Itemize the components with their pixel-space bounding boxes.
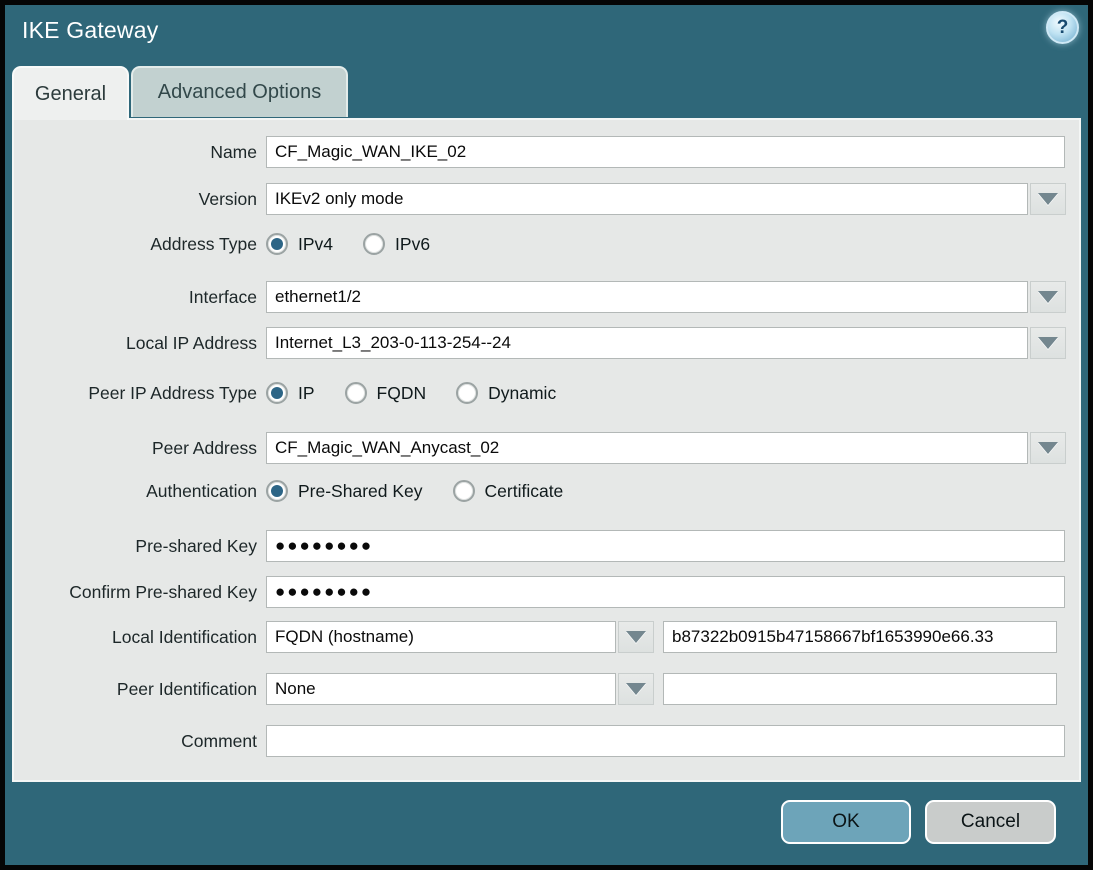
interface-label: Interface	[14, 287, 266, 308]
confirm-pre-shared-key-label: Confirm Pre-shared Key	[14, 582, 266, 603]
radio-unchecked-icon[interactable]	[363, 233, 385, 255]
address-type-label: Address Type	[14, 234, 266, 255]
version-select[interactable]	[266, 183, 1028, 215]
cancel-button[interactable]: Cancel	[925, 800, 1056, 844]
radio-option-certificate-label: Certificate	[485, 481, 564, 502]
tab-advanced-options[interactable]: Advanced Options	[131, 66, 348, 117]
chevron-down-icon	[626, 683, 646, 695]
address-type-row: Address Type IPv4 IPv6	[14, 230, 1079, 258]
peer-identification-row: Peer Identification	[14, 673, 1079, 705]
confirm-pre-shared-key-row: Confirm Pre-shared Key	[14, 576, 1079, 608]
local-ip-address-dropdown-button[interactable]	[1030, 327, 1066, 359]
general-tab-panel: Name Version Address Type IPv4 IPv6	[12, 118, 1081, 782]
cancel-button-label: Cancel	[961, 811, 1020, 833]
radio-option-dynamic-label: Dynamic	[488, 383, 556, 404]
radio-option-dynamic[interactable]: Dynamic	[456, 382, 556, 404]
local-ip-address-label: Local IP Address	[14, 333, 266, 354]
chevron-down-icon	[1038, 442, 1058, 454]
radio-unchecked-icon[interactable]	[453, 480, 475, 502]
interface-dropdown-button[interactable]	[1030, 281, 1066, 313]
ok-button-label: OK	[832, 811, 859, 833]
ike-gateway-dialog: IKE Gateway ? General Advanced Options N…	[0, 0, 1093, 870]
tab-advanced-options-label: Advanced Options	[158, 81, 321, 104]
authentication-radio-group: Pre-Shared Key Certificate	[266, 480, 593, 502]
peer-ip-address-type-radio-group: IP FQDN Dynamic	[266, 382, 586, 404]
version-dropdown-button[interactable]	[1030, 183, 1066, 215]
radio-checked-icon[interactable]	[266, 233, 288, 255]
ok-button[interactable]: OK	[781, 800, 911, 844]
radio-option-ipv4-label: IPv4	[298, 234, 333, 255]
radio-checked-icon[interactable]	[266, 382, 288, 404]
radio-option-fqdn[interactable]: FQDN	[345, 382, 427, 404]
peer-identification-label: Peer Identification	[14, 679, 266, 700]
chevron-down-icon	[1038, 291, 1058, 303]
peer-address-label: Peer Address	[14, 438, 266, 459]
confirm-pre-shared-key-input[interactable]	[266, 576, 1065, 608]
radio-option-certificate[interactable]: Certificate	[453, 480, 564, 502]
local-ip-address-row: Local IP Address	[14, 327, 1079, 359]
peer-identification-dropdown-button[interactable]	[618, 673, 654, 705]
radio-option-ip[interactable]: IP	[266, 382, 315, 404]
local-ip-address-select[interactable]	[266, 327, 1028, 359]
address-type-radio-group: IPv4 IPv6	[266, 233, 460, 255]
radio-option-ip-label: IP	[298, 383, 315, 404]
dialog-title: IKE Gateway	[22, 17, 158, 44]
pre-shared-key-input[interactable]	[266, 530, 1065, 562]
version-label: Version	[14, 189, 266, 210]
tab-general-label: General	[35, 83, 106, 106]
comment-label: Comment	[14, 731, 266, 752]
pre-shared-key-row: Pre-shared Key	[14, 530, 1079, 562]
peer-address-row: Peer Address	[14, 432, 1079, 464]
help-icon[interactable]: ?	[1046, 11, 1079, 44]
local-identification-value-input[interactable]	[663, 621, 1057, 653]
peer-ip-address-type-row: Peer IP Address Type IP FQDN Dynamic	[14, 379, 1079, 407]
chevron-down-icon	[1038, 337, 1058, 349]
name-row: Name	[14, 136, 1079, 168]
chevron-down-icon	[1038, 193, 1058, 205]
local-identification-dropdown-button[interactable]	[618, 621, 654, 653]
local-identification-label: Local Identification	[14, 627, 266, 648]
peer-identification-type-select[interactable]	[266, 673, 616, 705]
radio-option-fqdn-label: FQDN	[377, 383, 427, 404]
authentication-row: Authentication Pre-Shared Key Certificat…	[14, 477, 1079, 505]
radio-checked-icon[interactable]	[266, 480, 288, 502]
peer-identification-value-input[interactable]	[663, 673, 1057, 705]
radio-unchecked-icon[interactable]	[456, 382, 478, 404]
peer-address-select[interactable]	[266, 432, 1028, 464]
radio-option-pre-shared-key[interactable]: Pre-Shared Key	[266, 480, 423, 502]
peer-address-dropdown-button[interactable]	[1030, 432, 1066, 464]
interface-select[interactable]	[266, 281, 1028, 313]
name-label: Name	[14, 142, 266, 163]
tab-general[interactable]: General	[12, 66, 129, 120]
chevron-down-icon	[626, 631, 646, 643]
authentication-label: Authentication	[14, 481, 266, 502]
radio-option-pre-shared-key-label: Pre-Shared Key	[298, 481, 423, 502]
radio-option-ipv6[interactable]: IPv6	[363, 233, 430, 255]
radio-option-ipv6-label: IPv6	[395, 234, 430, 255]
local-identification-row: Local Identification	[14, 621, 1079, 653]
version-row: Version	[14, 183, 1079, 215]
comment-row: Comment	[14, 725, 1079, 757]
interface-row: Interface	[14, 281, 1079, 313]
radio-option-ipv4[interactable]: IPv4	[266, 233, 333, 255]
help-icon-glyph: ?	[1057, 17, 1069, 39]
peer-ip-address-type-label: Peer IP Address Type	[14, 383, 266, 404]
local-identification-type-select[interactable]	[266, 621, 616, 653]
pre-shared-key-label: Pre-shared Key	[14, 536, 266, 557]
name-input[interactable]	[266, 136, 1065, 168]
comment-input[interactable]	[266, 725, 1065, 757]
radio-unchecked-icon[interactable]	[345, 382, 367, 404]
